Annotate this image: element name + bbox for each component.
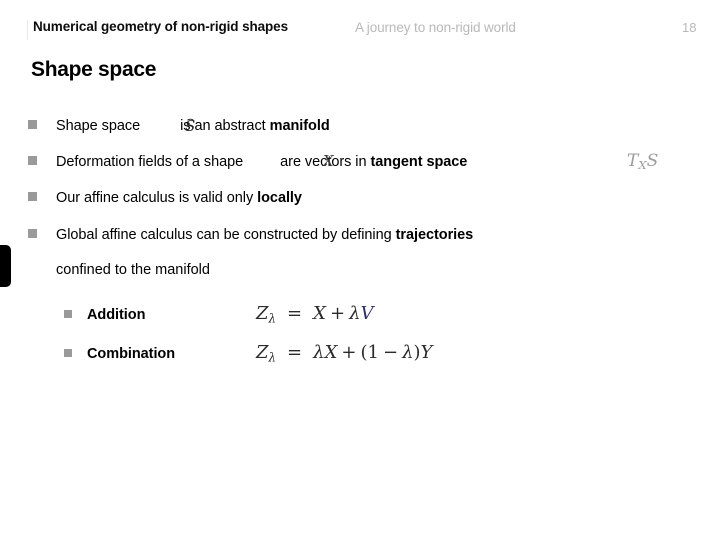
bullet-item-4: Global affine calculus can be constructe… [28,227,473,243]
bullet-square-icon [28,120,37,129]
bullet-2-prefix: Deformation fields of a shape [56,154,244,170]
equation-combination-lhs: Z [256,342,269,363]
bullet-4-text: Global affine calculus can be constructe… [56,227,473,243]
plus-sign: + [341,342,357,363]
equation-combination: Zλ = λX + (1− λ)Y [256,342,432,365]
equation-addition-lhs-subscript: λ [268,311,277,326]
plus-sign: + [329,303,346,324]
equation-addition-lambda: λ [349,303,361,324]
sub-bullet-addition-label: Addition [87,307,146,323]
minus-sign: − [382,342,399,363]
bullet-3-prefix: Our affine calculus is valid only [56,190,258,206]
equation-addition-term-v: V [360,303,374,324]
sub-bullet-combination-label: Combination [87,346,176,362]
close-paren: ) [413,342,421,363]
math-tangent-space-symbol: TXS [627,151,659,173]
bullet-1-suffix-bold: manifold [269,118,330,134]
math-shape-space-symbol: S [183,116,203,140]
equation-combination-lhs-subscript: λ [268,350,277,365]
bullet-2-suffix-bold: tangent space [370,154,468,170]
left-edge-tab-marker[interactable] [0,245,11,287]
script-s-glyph: S [185,117,195,135]
sub-bullet-combination: Combination [64,346,175,362]
bullet-square-icon [28,229,37,238]
header-title: Numerical geometry of non-rigid shapes [33,19,289,34]
bullet-item-1: Shape space is an abstract manifold [28,118,330,134]
equation-addition: Zλ = X + λV [256,303,373,326]
equation-combination-lambda-2: λ [402,342,414,363]
equals-sign: = [287,303,303,324]
equation-combination-lambda-1: λ [313,342,325,363]
bullet-3-suffix-bold: locally [257,190,302,206]
equation-addition-term-x: X [313,303,326,324]
bullet-square-icon [64,310,72,318]
bullet-4-continuation: confined to the manifold [56,262,210,278]
equals-sign: = [287,342,303,363]
left-edge-tab-bar-icon [16,256,18,275]
bullet-item-3: Our affine calculus is valid only locall… [28,190,302,206]
bullet-4-suffix-bold: trajectories [395,227,474,243]
open-paren: ( [360,342,368,363]
sub-bullet-addition: Addition [64,307,145,323]
page-number: 18 [682,20,697,35]
math-shape-x-symbol: X [323,152,334,170]
slide-header: Numerical geometry of non-rigid shapes A… [0,18,720,42]
bullet-3-text: Our affine calculus is valid only locall… [56,190,302,206]
bullet-1-prefix: Shape space [56,118,141,134]
equation-addition-lhs: Z [256,303,269,324]
equation-combination-one: 1 [367,342,379,363]
bullet-item-2: Deformation fields of a shape are vector… [28,154,467,170]
equation-combination-term-x: X [324,342,338,363]
equation-combination-term-y: Y [420,342,433,363]
bullet-2-text: Deformation fields of a shape are vector… [56,154,467,170]
bullet-square-icon [28,156,37,165]
svg-text:S: S [185,117,195,135]
header-subtitle: A journey to non-rigid world [355,20,516,35]
header-divider-rule [27,20,28,40]
bullet-square-icon [28,192,37,201]
bullet-4-prefix: Global affine calculus can be constructe… [56,227,396,243]
page-title: Shape space [31,58,157,81]
bullet-square-icon [64,349,72,357]
